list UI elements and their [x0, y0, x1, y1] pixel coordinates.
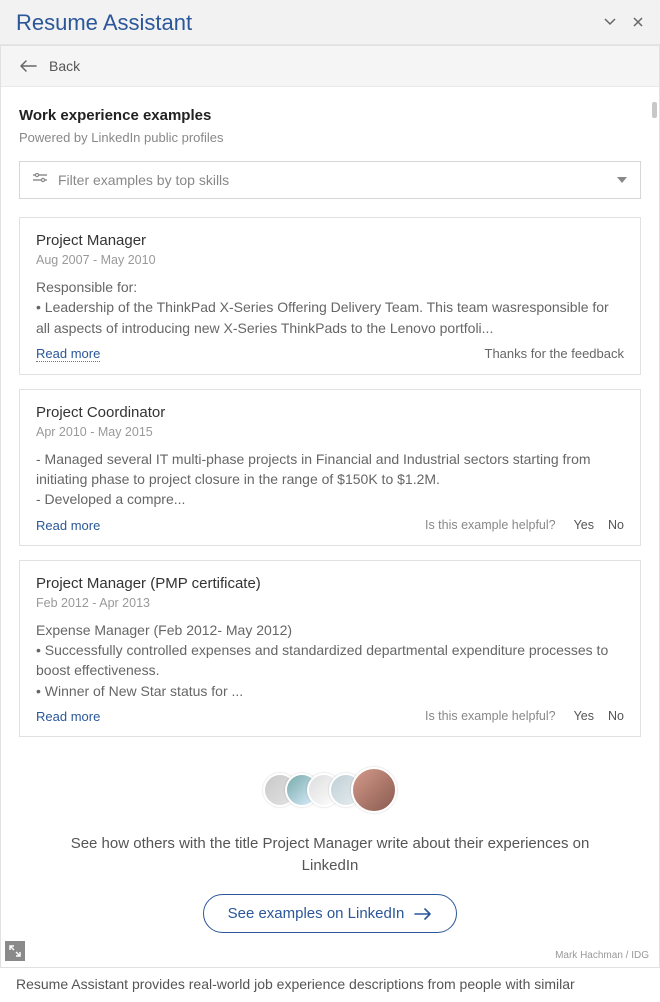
section-subtitle: Powered by LinkedIn public profiles — [19, 130, 641, 145]
example-title: Project Manager — [36, 232, 624, 249]
cta-label: See examples on LinkedIn — [228, 905, 405, 922]
promo-text: See how others with the title Project Ma… — [49, 833, 611, 877]
close-icon[interactable] — [632, 15, 644, 31]
dropdown-icon[interactable] — [604, 15, 616, 31]
read-more-link[interactable]: Read more — [36, 518, 100, 533]
feedback-question: Is this example helpful? — [425, 518, 556, 532]
arrow-right-icon — [414, 908, 432, 920]
feedback-prompt: Is this example helpful? Yes No — [425, 518, 624, 532]
avatar — [351, 767, 397, 813]
feedback-question: Is this example helpful? — [425, 709, 556, 723]
expand-icon — [9, 945, 21, 957]
avatar-stack — [49, 767, 611, 813]
image-credit: Mark Hachman / IDG — [555, 950, 649, 961]
filter-dropdown[interactable]: Filter examples by top skills — [19, 161, 641, 199]
scrollbar[interactable] — [652, 102, 657, 118]
feedback-thanks: Thanks for the feedback — [485, 346, 624, 361]
feedback-yes-button[interactable]: Yes — [574, 518, 594, 532]
chevron-down-icon — [616, 172, 628, 188]
back-arrow-icon — [19, 59, 37, 73]
section-title: Work experience examples — [19, 107, 641, 124]
feedback-prompt: Is this example helpful? Yes No — [425, 709, 624, 723]
example-dates: Aug 2007 - May 2010 — [36, 253, 624, 267]
pane-title: Resume Assistant — [16, 10, 192, 36]
read-more-link[interactable]: Read more — [36, 346, 100, 362]
back-label: Back — [49, 58, 80, 74]
example-card: Project Manager (PMP certificate) Feb 20… — [19, 560, 641, 737]
example-body: Responsible for: • Leadership of the Thi… — [36, 277, 624, 338]
example-body: Expense Manager (Feb 2012- May 2012) • S… — [36, 620, 624, 701]
feedback-yes-button[interactable]: Yes — [574, 709, 594, 723]
back-button[interactable]: Back — [1, 46, 659, 87]
filter-icon — [32, 172, 48, 188]
example-card: Project Coordinator Apr 2010 - May 2015 … — [19, 389, 641, 546]
example-card: Project Manager Aug 2007 - May 2010 Resp… — [19, 217, 641, 375]
panel: Back Work experience examples Powered by… — [0, 45, 660, 968]
filter-placeholder: Filter examples by top skills — [58, 172, 616, 188]
feedback-no-button[interactable]: No — [608, 518, 624, 532]
example-title: Project Manager (PMP certificate) — [36, 575, 624, 592]
example-body: - Managed several IT multi-phase project… — [36, 449, 624, 510]
feedback-no-button[interactable]: No — [608, 709, 624, 723]
titlebar-actions — [604, 15, 644, 31]
see-examples-button[interactable]: See examples on LinkedIn — [203, 894, 458, 933]
promo-section: See how others with the title Project Ma… — [19, 751, 641, 958]
titlebar: Resume Assistant — [0, 0, 660, 45]
main-content: Work experience examples Powered by Link… — [1, 87, 659, 967]
article-caption: Resume Assistant provides real-world job… — [0, 968, 660, 1002]
expand-button[interactable] — [5, 941, 25, 961]
read-more-link[interactable]: Read more — [36, 709, 100, 724]
example-dates: Apr 2010 - May 2015 — [36, 425, 624, 439]
example-dates: Feb 2012 - Apr 2013 — [36, 596, 624, 610]
example-title: Project Coordinator — [36, 404, 624, 421]
